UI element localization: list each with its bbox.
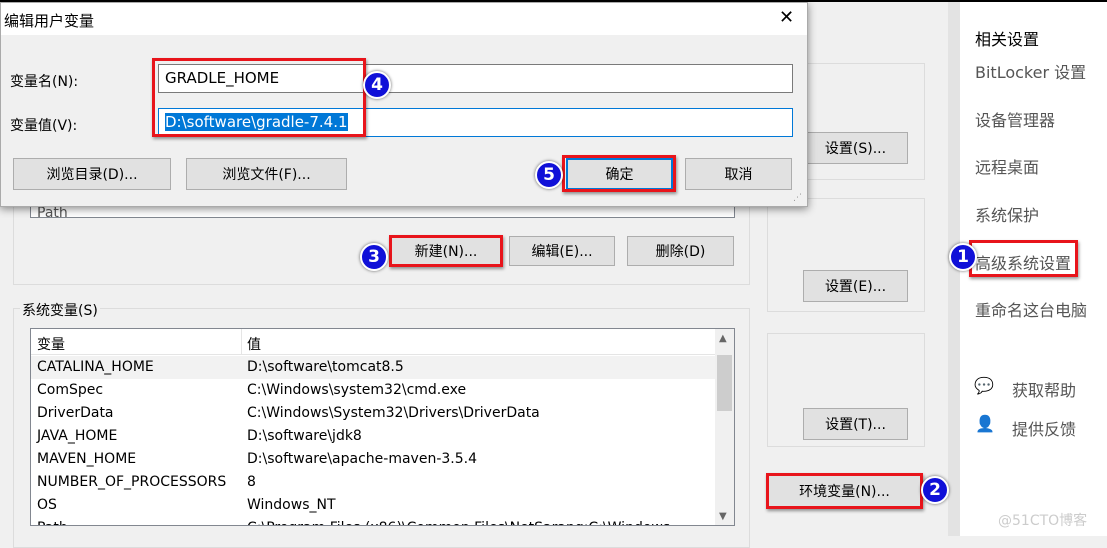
feedback-link[interactable]: 提供反馈 (1012, 416, 1076, 440)
resize-grip-icon[interactable]: ⋰ (793, 193, 802, 203)
highlight-advanced (969, 240, 1078, 277)
get-help-link[interactable]: 获取帮助 (1012, 377, 1076, 401)
table-row[interactable]: ComSpec C:\Windows\system32\cmd.exe (31, 379, 715, 402)
variable-name-cell: NUMBER_OF_PROCESSORS (37, 474, 227, 490)
highlight-new (389, 235, 503, 267)
variable-name-cell: Path (37, 520, 68, 525)
table-row[interactable]: MAVEN_HOME D:\software\apache-maven-3.5.4 (31, 448, 715, 471)
related-settings-title: 相关设置 (975, 30, 1040, 49)
settings-t-button[interactable]: 设置(T)... (803, 408, 908, 440)
settings-s-button[interactable]: 设置(S)... (803, 132, 908, 164)
highlight-name-value (152, 58, 366, 137)
browse-file-button[interactable]: 浏览文件(F)... (186, 158, 347, 190)
variable-value-cell: C:\Windows\System32\Drivers\DriverData (247, 405, 540, 421)
link-bitlocker[interactable]: BitLocker 设置 (975, 59, 1086, 83)
browse-directory-button[interactable]: 浏览目录(D)... (13, 158, 171, 190)
step-badge-5: 5 (535, 161, 563, 189)
dialog-title: 编辑用户变量 (4, 12, 95, 30)
close-icon[interactable]: ✕ (779, 7, 794, 28)
variable-name-cell: DriverData (37, 405, 114, 421)
column-divider (241, 329, 242, 355)
variable-name-cell: MAVEN_HOME (37, 451, 137, 467)
feedback-icon: 👤 (975, 414, 995, 433)
list-header: 变量 值 (31, 329, 715, 355)
variable-name-cell: JAVA_HOME (37, 428, 118, 444)
table-row[interactable]: Path C:\Program Files (x86)\Common Files\… (31, 517, 715, 525)
table-row[interactable]: DriverData C:\Windows\System32\Drivers\Dr… (31, 402, 715, 425)
system-variables-list[interactable]: 变量 值 CATALINA_HOME D:\software\tomcat8.5 C… (30, 328, 735, 526)
link-rename-pc[interactable]: 重命名这台电脑 (975, 297, 1087, 321)
scroll-thumb[interactable] (717, 355, 732, 411)
step-badge-2: 2 (921, 476, 949, 504)
settings-e-button[interactable]: 设置(E)... (803, 270, 908, 302)
table-row[interactable]: NUMBER_OF_PROCESSORS 8 (31, 471, 715, 494)
scroll-down-icon[interactable]: ▼ (719, 511, 727, 522)
variable-name-cell: OS (37, 497, 57, 513)
variable-value-cell: C:\Program Files (x86)\Common Files\NetS… (247, 520, 684, 525)
step-badge-4: 4 (363, 71, 391, 99)
variable-name-label: 变量名(N): (10, 74, 79, 90)
link-device-manager[interactable]: 设备管理器 (975, 107, 1055, 131)
variable-value-cell: D:\software\apache-maven-3.5.4 (247, 451, 477, 467)
dialog-titlebar: 编辑用户变量 ✕ (1, 3, 807, 35)
table-row[interactable]: CATALINA_HOME D:\software\tomcat8.5 (31, 356, 715, 379)
variable-name-cell: ComSpec (37, 382, 104, 398)
link-remote-desktop[interactable]: 远程桌面 (975, 154, 1039, 178)
scroll-up-icon[interactable]: ▲ (719, 333, 727, 344)
list-scrollbar[interactable]: ▲ ▼ (715, 329, 734, 525)
variable-value-cell: D:\software\jdk8 (247, 428, 362, 444)
variable-value-label: 变量值(V): (10, 118, 78, 134)
help-icon: 💬 (974, 376, 994, 395)
edit-variable-button[interactable]: 编辑(E)... (509, 236, 615, 266)
cancel-button[interactable]: 取消 (685, 158, 792, 190)
column-value[interactable]: 值 (247, 334, 261, 354)
column-variable[interactable]: 变量 (37, 334, 65, 354)
variable-value-cell: Windows_NT (247, 497, 336, 513)
variable-value-cell: 8 (247, 474, 256, 490)
variable-value-cell: D:\software\tomcat8.5 (247, 359, 404, 375)
delete-variable-button[interactable]: 删除(D) (627, 236, 734, 266)
variable-name-cell: CATALINA_HOME (37, 359, 154, 375)
system-variables-label: 系统变量(S) (20, 300, 100, 320)
watermark: @51CTO博客 (998, 513, 1088, 529)
highlight-env-vars (766, 473, 923, 509)
highlight-ok (562, 155, 676, 192)
variable-value-cell: C:\Windows\system32\cmd.exe (247, 382, 467, 398)
step-badge-3: 3 (360, 243, 388, 271)
edit-user-variable-dialog: 编辑用户变量 ✕ 变量名(N): GRADLE_HOME 变量值(V): D:\… (0, 2, 808, 207)
link-system-protection[interactable]: 系统保护 (975, 202, 1039, 226)
table-row[interactable]: OS Windows_NT (31, 494, 715, 517)
table-row[interactable]: JAVA_HOME D:\software\jdk8 (31, 425, 715, 448)
step-badge-1: 1 (949, 243, 977, 271)
